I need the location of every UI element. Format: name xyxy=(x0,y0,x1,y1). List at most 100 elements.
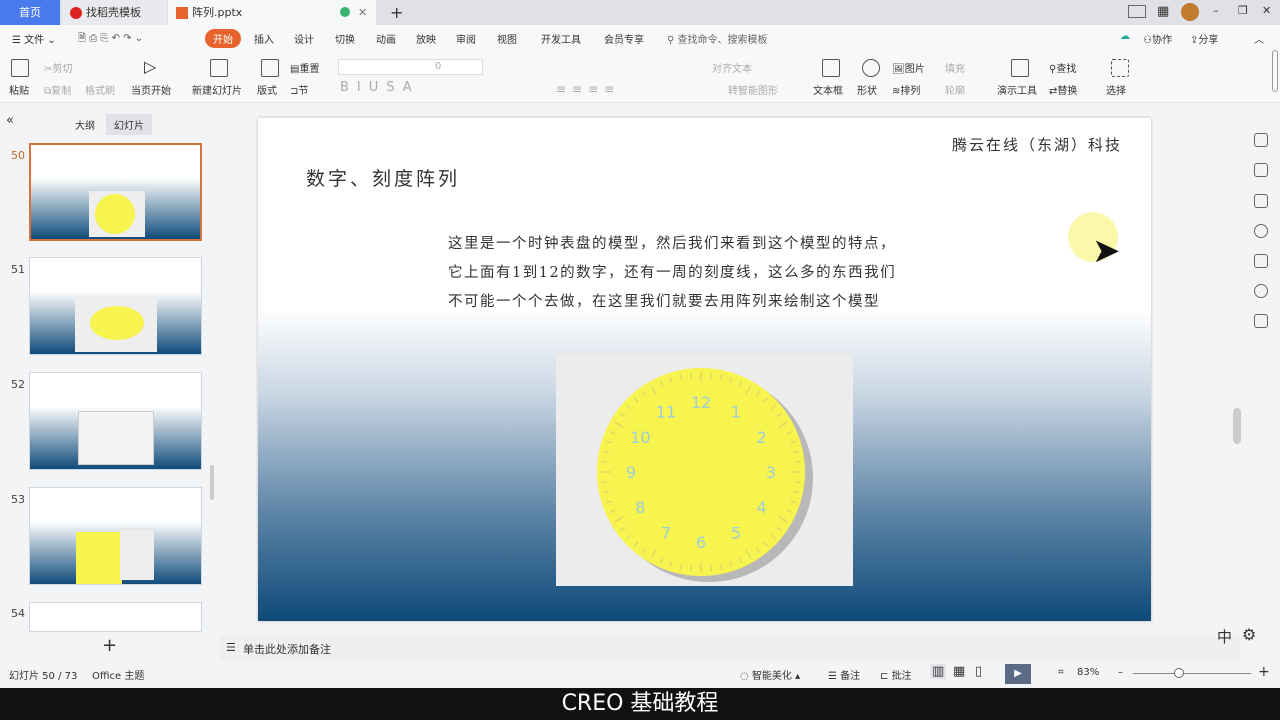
slide-thumbnail-51[interactable] xyxy=(29,257,202,355)
collapse-ribbon-icon[interactable]: ︿ xyxy=(1254,31,1264,46)
paste-button[interactable]: 粘贴 xyxy=(9,82,29,97)
notes-bar[interactable]: ☰ 单击此处添加备注 xyxy=(220,636,1240,660)
close-window-icon[interactable]: ✕ xyxy=(1262,4,1271,17)
panel-scrollbar[interactable] xyxy=(210,465,214,500)
zoom-slider-thumb[interactable] xyxy=(1174,668,1184,678)
presenter-tools-button[interactable]: 演示工具 xyxy=(997,82,1037,97)
collapse-panel-icon[interactable]: « xyxy=(6,113,14,128)
book-icon[interactable] xyxy=(1254,314,1268,328)
close-tab-icon[interactable]: ✕ xyxy=(358,0,367,25)
ribbon-tab-member[interactable]: 会员专享 xyxy=(604,31,644,46)
outline-button[interactable]: 轮廓 xyxy=(945,82,965,97)
ime-indicator[interactable]: 中 xyxy=(1217,626,1232,647)
slide-thumbnail-54[interactable] xyxy=(29,602,202,632)
add-slide-button[interactable]: + xyxy=(102,635,117,656)
ribbon-tab-slideshow[interactable]: 放映 xyxy=(416,31,436,46)
ribbon-tab-home[interactable]: 开始 xyxy=(205,29,241,48)
section-button[interactable]: ⊐节 xyxy=(290,82,308,97)
ribbon-tab-developer[interactable]: 开发工具 xyxy=(541,31,581,46)
ribbon-tab-review[interactable]: 审阅 xyxy=(456,31,476,46)
tab-document[interactable]: 阵列.pptx ✕ xyxy=(168,0,376,25)
format-painter-button[interactable]: 格式刷 xyxy=(85,82,115,97)
fill-button[interactable]: 填充 xyxy=(945,60,965,75)
tab-outline[interactable]: 大纲 xyxy=(75,117,95,132)
zoom-level[interactable]: 83% xyxy=(1077,667,1099,678)
slide-thumbnail-52[interactable] xyxy=(29,372,202,470)
file-menu[interactable]: ☰ 文件 ⌄ xyxy=(12,31,56,46)
animation-icon[interactable] xyxy=(1254,163,1268,177)
beautify-label: 智能美化 xyxy=(751,671,792,682)
picture-button[interactable]: 🖼图片 xyxy=(892,60,925,75)
play-slideshow-button[interactable]: ▶ xyxy=(1005,664,1031,684)
quick-access-icons[interactable]: 🗎 ⎙ ⎘ ↶ ↷ ⌄ xyxy=(78,31,143,48)
paragraph-align-buttons[interactable]: ≡≡≡≡ xyxy=(556,82,620,96)
ribbon-tab-transition[interactable]: 切换 xyxy=(335,31,355,46)
from-current-button[interactable]: 当页开始 xyxy=(131,82,171,97)
clock-number: 6 xyxy=(696,533,706,552)
layout-icon[interactable] xyxy=(1128,5,1146,18)
grid-icon[interactable]: ▦ xyxy=(1157,4,1169,19)
clock-image[interactable]: 12 1 2 3 4 5 6 7 8 9 10 11 xyxy=(556,354,853,586)
ribbon-tab-design[interactable]: 设计 xyxy=(294,31,314,46)
comment-toggle[interactable]: ⊏ 批注 xyxy=(880,667,912,682)
notes-toggle[interactable]: ☰ 备注 xyxy=(828,667,860,682)
tab-templates[interactable]: 找稻壳模板 xyxy=(62,0,167,25)
ribbon-tab-view[interactable]: 视图 xyxy=(497,31,517,46)
slide-thumbnail-50[interactable] xyxy=(29,143,202,241)
find-button[interactable]: ⚲查找 xyxy=(1049,60,1076,75)
arrange-button[interactable]: ≋排列 xyxy=(892,82,920,97)
new-tab-button[interactable]: + xyxy=(382,0,403,25)
help-icon[interactable] xyxy=(1254,224,1268,238)
avatar[interactable] xyxy=(1181,3,1199,21)
text-format-buttons[interactable]: BIUSA xyxy=(340,80,420,95)
property-icon[interactable] xyxy=(1254,133,1268,147)
fit-icon[interactable]: ⌗ xyxy=(1058,667,1064,678)
font-name-select[interactable]: 0 xyxy=(338,59,483,75)
normal-view-button[interactable]: ▥ xyxy=(930,664,947,679)
zoom-slider[interactable] xyxy=(1133,668,1251,678)
copy-icon[interactable] xyxy=(1254,194,1268,208)
beautify-button[interactable]: ◌ 智能美化 ▴ xyxy=(740,667,800,682)
cloud-icon[interactable]: ☁ xyxy=(1120,31,1130,42)
clock-number: 7 xyxy=(661,524,671,543)
restore-icon[interactable]: ❐ xyxy=(1238,4,1248,17)
layout-button[interactable]: 版式 xyxy=(257,82,277,97)
slide-canvas[interactable]: 腾云在线（东湖）科技 数字、刻度阵列 这里是一个时钟表盘的模型，然后我们来看到这… xyxy=(258,118,1151,621)
copy-button[interactable]: ⧉复制 xyxy=(44,82,71,97)
replace-button[interactable]: ⇄替换 xyxy=(1049,82,1077,97)
saved-icon xyxy=(340,7,350,17)
tab-slides[interactable]: 幻灯片 xyxy=(106,114,152,135)
clock-tick xyxy=(710,372,713,379)
notes-placeholder[interactable]: 单击此处添加备注 xyxy=(243,641,331,657)
share-button[interactable]: ⇪分享 xyxy=(1190,31,1218,46)
sorter-view-button[interactable]: ▦ xyxy=(953,664,965,679)
ribbon-tab-animation[interactable]: 动画 xyxy=(376,31,396,46)
clock-number: 12 xyxy=(691,393,711,412)
tab-label: 阵列.pptx xyxy=(192,6,243,19)
vertical-scrollbar[interactable] xyxy=(1233,118,1241,618)
window-scrollbar[interactable] xyxy=(1272,50,1278,92)
location-icon[interactable] xyxy=(1254,284,1268,298)
zoom-in-button[interactable]: + xyxy=(1258,664,1270,680)
reading-view-button[interactable]: ▯ xyxy=(975,664,982,679)
smartart-button[interactable]: 转智能图形 xyxy=(728,82,778,97)
image-icon[interactable] xyxy=(1254,254,1268,268)
settings-icon[interactable]: ⚙ xyxy=(1242,625,1256,644)
select-button[interactable]: 选择 xyxy=(1106,82,1126,97)
cut-button[interactable]: ✂剪切 xyxy=(44,60,72,75)
slide-thumbnail-53[interactable] xyxy=(29,487,202,585)
menu-bar: ☰ 文件 ⌄ 🗎 ⎙ ⎘ ↶ ↷ ⌄ 开始 插入 设计 切换 动画 放映 审阅 … xyxy=(0,25,1280,53)
collab-button[interactable]: ⚇协作 xyxy=(1143,31,1172,46)
shape-button[interactable]: 形状 xyxy=(857,82,877,97)
textbox-button[interactable]: 文本框 xyxy=(813,82,843,97)
new-slide-button[interactable]: 新建幻灯片 xyxy=(192,82,242,97)
reset-button[interactable]: ▤重置 xyxy=(290,60,319,75)
tab-home[interactable]: 首页 xyxy=(0,0,60,25)
zoom-out-button[interactable]: – xyxy=(1118,667,1123,678)
clock-tick xyxy=(794,460,801,463)
command-search[interactable]: ⚲ 查找命令、搜索模板 xyxy=(667,31,768,46)
clock-tick xyxy=(689,372,692,379)
ribbon-tab-insert[interactable]: 插入 xyxy=(254,31,274,46)
minimize-icon[interactable]: – xyxy=(1213,4,1219,17)
align-text-button[interactable]: 对齐文本 xyxy=(712,60,752,75)
